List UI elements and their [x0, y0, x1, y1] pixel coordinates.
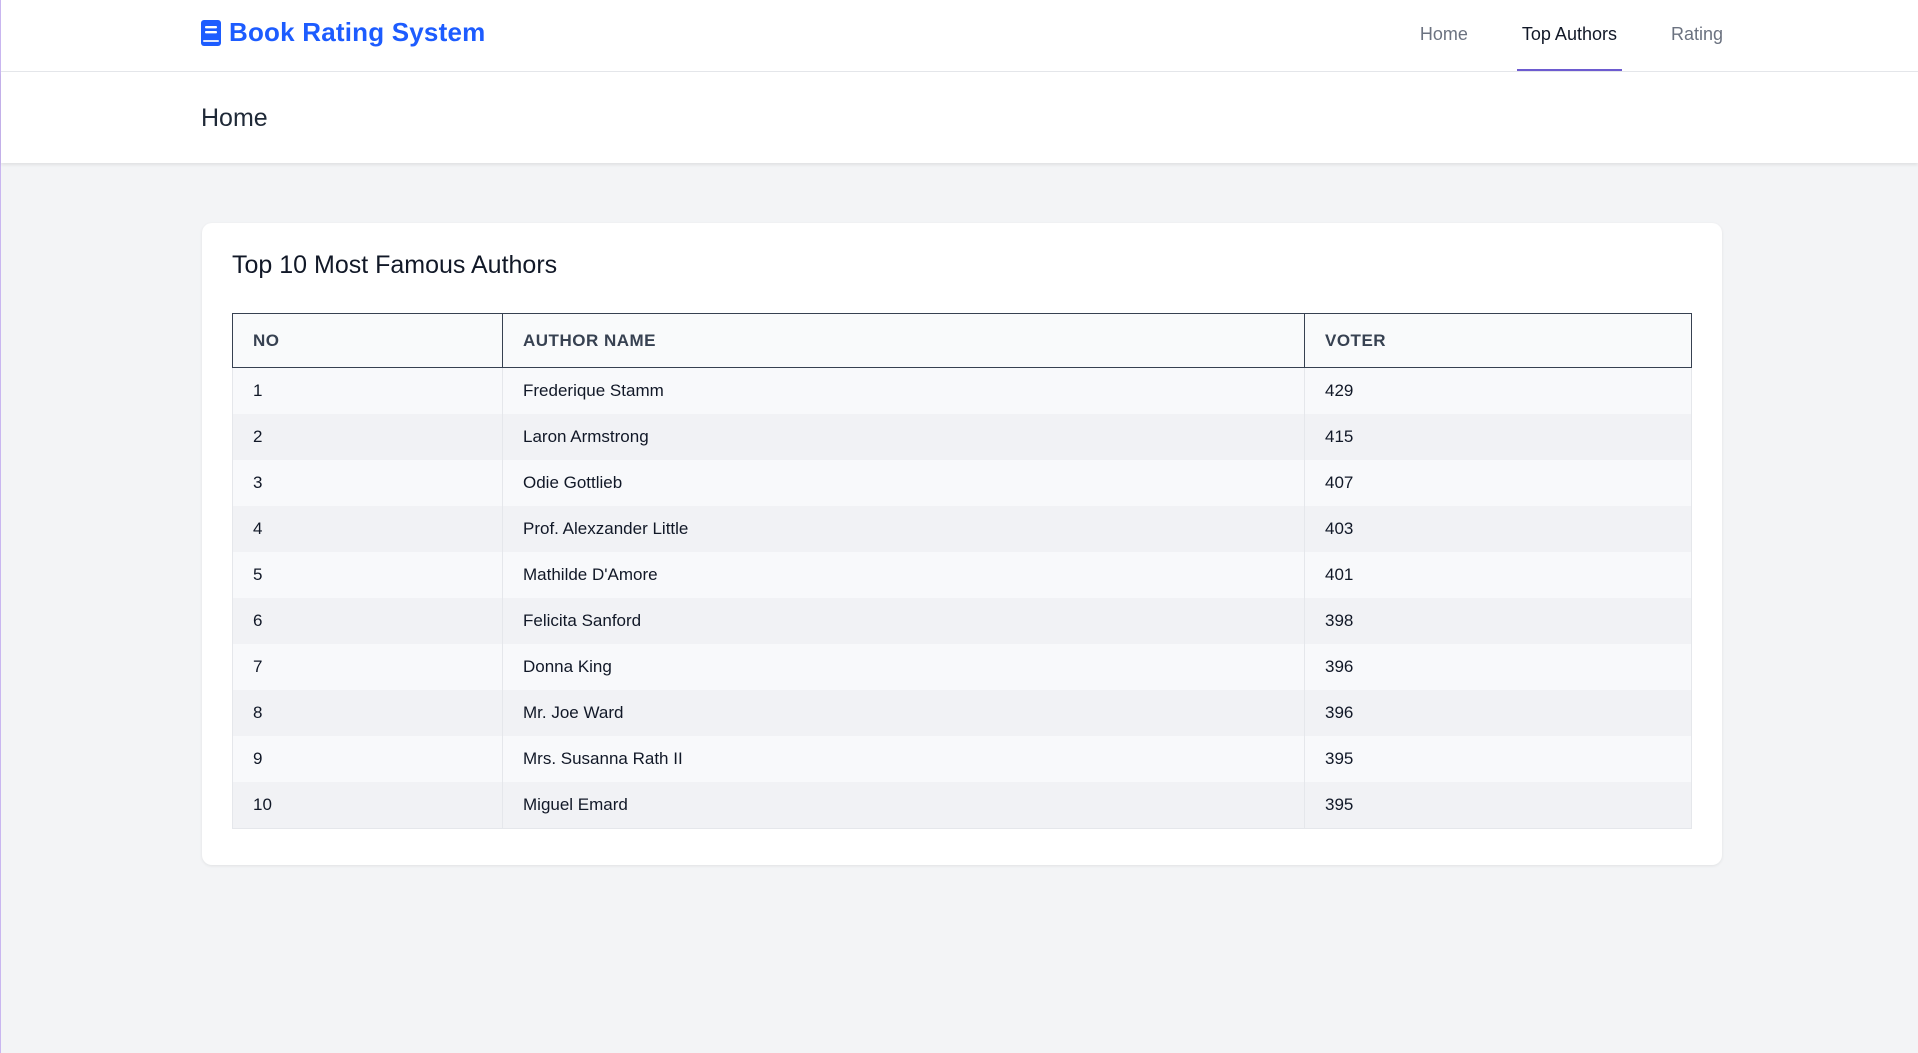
table-row: 4 Prof. Alexzander Little 403	[232, 506, 1692, 552]
cell-author-name: Donna King	[502, 644, 1305, 690]
column-header-no: NO	[232, 313, 503, 368]
table-row: 2 Laron Armstrong 415	[232, 414, 1692, 460]
cell-no: 5	[232, 552, 503, 598]
cell-no: 8	[232, 690, 503, 736]
cell-author-name: Mrs. Susanna Rath II	[502, 736, 1305, 782]
table-row: 6 Felicita Sanford 398	[232, 598, 1692, 644]
brand-name: Book Rating System	[229, 17, 486, 47]
cell-author-name: Prof. Alexzander Little	[502, 506, 1305, 552]
cell-voter: 415	[1304, 414, 1692, 460]
cell-author-name: Laron Armstrong	[502, 414, 1305, 460]
navbar: Book Rating System Home Top Authors Rati…	[1, 0, 1918, 72]
cell-no: 7	[232, 644, 503, 690]
cell-no: 10	[232, 782, 503, 829]
cell-voter: 396	[1304, 644, 1692, 690]
cell-voter: 401	[1304, 552, 1692, 598]
cell-no: 1	[232, 367, 503, 414]
nav-links: Home Top Authors Rating	[1371, 0, 1728, 71]
cell-voter: 398	[1304, 598, 1692, 644]
cell-author-name: Felicita Sanford	[502, 598, 1305, 644]
table-row: 3 Odie Gottlieb 407	[232, 460, 1692, 506]
book-icon	[201, 19, 221, 46]
cell-no: 6	[232, 598, 503, 644]
authors-table: NO AUTHOR NAME VOTER 1 Frederique Stamm …	[232, 313, 1692, 829]
cell-no: 9	[232, 736, 503, 782]
table-row: 1 Frederique Stamm 429	[232, 367, 1692, 414]
page-header: Home	[1, 72, 1918, 163]
cell-no: 4	[232, 506, 503, 552]
card-title: Top 10 Most Famous Authors	[232, 251, 558, 279]
cell-author-name: Mr. Joe Ward	[502, 690, 1305, 736]
table-row: 9 Mrs. Susanna Rath II 395	[232, 736, 1692, 782]
cell-voter: 395	[1304, 736, 1692, 782]
cell-voter: 429	[1304, 367, 1692, 414]
cell-no: 3	[232, 460, 503, 506]
table-row: 8 Mr. Joe Ward 396	[232, 690, 1692, 736]
column-header-voter: VOTER	[1304, 313, 1692, 368]
top-authors-card: Top 10 Most Famous Authors NO AUTHOR NAM…	[202, 223, 1722, 865]
nav-home[interactable]: Home	[1415, 0, 1473, 71]
cell-voter: 395	[1304, 782, 1692, 829]
cell-author-name: Mathilde D'Amore	[502, 552, 1305, 598]
cell-author-name: Odie Gottlieb	[502, 460, 1305, 506]
cell-no: 2	[232, 414, 503, 460]
cell-voter: 403	[1304, 506, 1692, 552]
cell-author-name: Miguel Emard	[502, 782, 1305, 829]
cell-voter: 407	[1304, 460, 1692, 506]
table-header-row: NO AUTHOR NAME VOTER	[232, 313, 1692, 368]
table-row: 5 Mathilde D'Amore 401	[232, 552, 1692, 598]
cell-voter: 396	[1304, 690, 1692, 736]
nav-top-authors[interactable]: Top Authors	[1516, 0, 1622, 71]
page: Book Rating System Home Top Authors Rati…	[0, 0, 1918, 1053]
column-header-author-name: AUTHOR NAME	[502, 313, 1305, 368]
table-row: 10 Miguel Emard 395	[232, 782, 1692, 829]
brand-link[interactable]: Book Rating System	[201, 17, 485, 48]
page-title: Home	[201, 104, 268, 132]
table-row: 7 Donna King 396	[232, 644, 1692, 690]
nav-rating[interactable]: Rating	[1666, 0, 1728, 71]
cell-author-name: Frederique Stamm	[502, 367, 1305, 414]
